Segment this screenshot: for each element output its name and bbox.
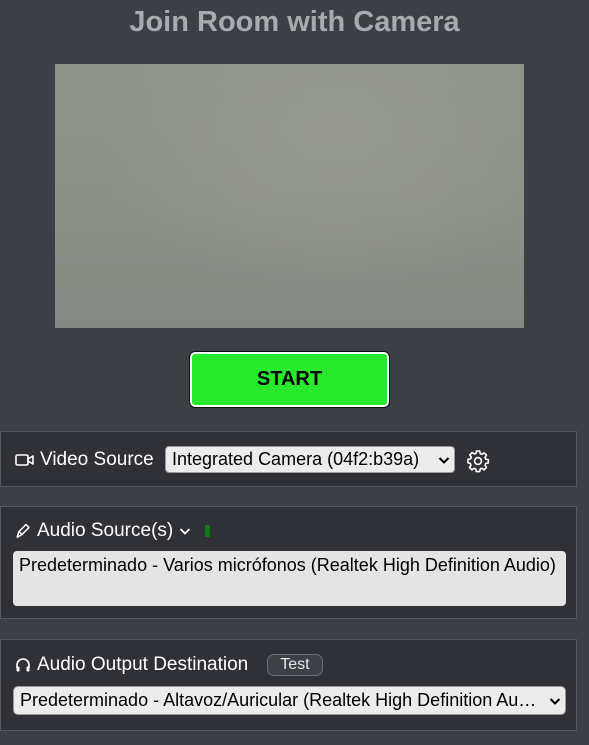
audio-output-label: Audio Output Destination [37, 654, 249, 675]
audio-output-panel: Audio Output Destination Test Predetermi… [0, 639, 577, 731]
audio-level-meter [205, 525, 211, 537]
test-button[interactable]: Test [267, 654, 323, 676]
video-source-panel: Video Source Integrated Camera (04f2:b39… [0, 431, 577, 487]
audio-output-select[interactable]: Predeterminado - Altavoz/Auricular (Real… [13, 686, 566, 715]
audio-source-list[interactable]: Predeterminado - Varios micrófonos (Real… [13, 551, 566, 606]
gear-icon[interactable] [466, 449, 490, 473]
start-button[interactable]: START [189, 351, 390, 408]
headphones-icon [15, 657, 31, 673]
audio-source-panel: Audio Source(s) Predeterminado - Varios … [0, 506, 577, 619]
camera-preview [55, 64, 524, 328]
video-camera-icon [15, 453, 35, 467]
chevron-down-icon [438, 455, 450, 465]
audio-output-value: Predeterminado - Altavoz/Auricular (Real… [20, 690, 545, 710]
video-source-label: Video Source [40, 448, 154, 470]
video-source-value: Integrated Camera (04f2:b39a) [172, 449, 420, 469]
microphone-icon [15, 522, 31, 540]
video-source-select[interactable]: Integrated Camera (04f2:b39a) [165, 446, 455, 473]
page-title: Join Room with Camera [129, 6, 460, 38]
audio-source-label: Audio Source(s) [37, 520, 174, 541]
chevron-down-icon[interactable] [179, 526, 191, 536]
chevron-down-icon [549, 696, 561, 706]
